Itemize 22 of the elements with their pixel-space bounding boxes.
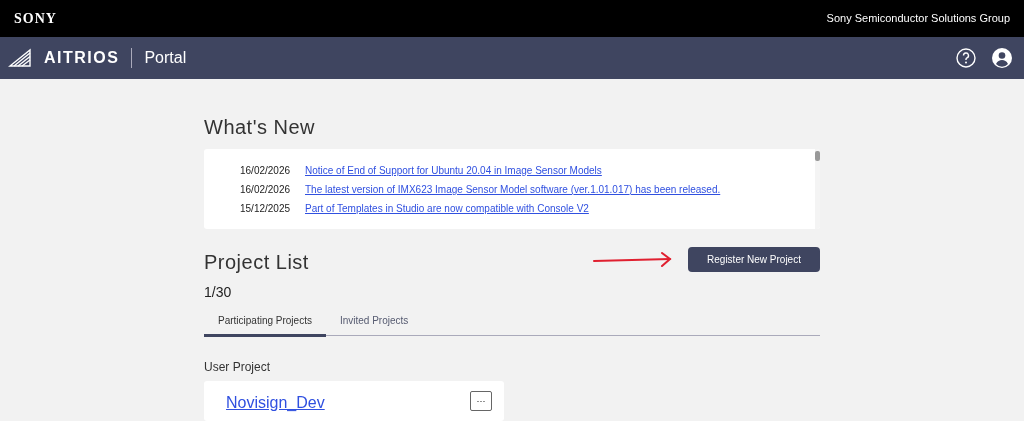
- group-title: User Project: [204, 359, 272, 376]
- more-button[interactable]: ···: [470, 391, 492, 411]
- news-link[interactable]: Part of Templates in Studio are now compatible with Console V2: [305, 201, 589, 216]
- news-link[interactable]: The latest version of IMX623 Image Sensor Model software (ver.1.01.017) has been released.: [305, 182, 721, 197]
- help-icon[interactable]: [956, 48, 976, 68]
- section-title: What's New: [204, 115, 317, 139]
- register-project-button[interactable]: Register New Project: [688, 247, 820, 272]
- project-link[interactable]: Novisign_Dev: [226, 391, 325, 415]
- news-date: 16/02/2026: [240, 164, 292, 178]
- group-name: Sony Semiconductor Solutions Group: [826, 11, 1010, 27]
- section-name: Portal: [144, 48, 187, 68]
- news-link[interactable]: Notice of End of Support for Ubuntu 20.04 in Image Sensor Models: [305, 163, 602, 178]
- tab[interactable]: Participating Projects: [204, 313, 326, 337]
- scrollbar-thumb[interactable]: [815, 151, 820, 161]
- brand-logo: SONY: [14, 10, 57, 28]
- news-date: 15/12/2025: [240, 202, 292, 216]
- section-title: Project List: [204, 250, 309, 274]
- project-count: 1/30: [204, 283, 233, 302]
- account-icon[interactable]: [992, 48, 1012, 68]
- tab[interactable]: Invited Projects: [325, 313, 423, 337]
- product-name: AITRIOS: [44, 48, 120, 68]
- news-date: 16/02/2026: [240, 183, 292, 197]
